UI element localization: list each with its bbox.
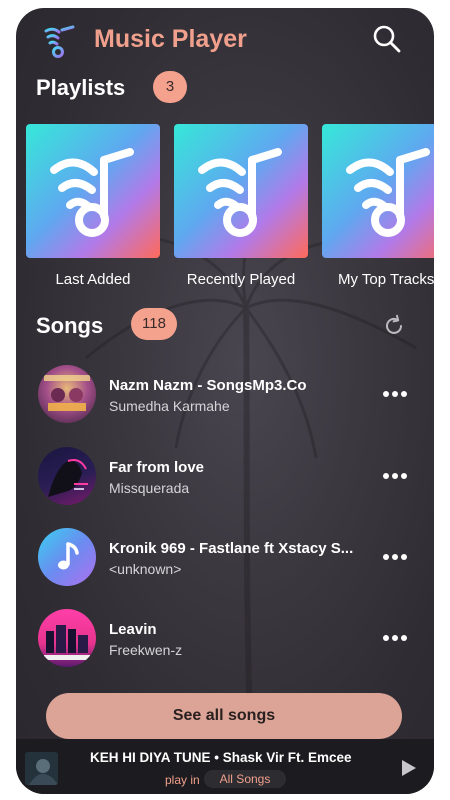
playlist-card-recently-played[interactable]: Recently Played: [174, 124, 308, 288]
playlist-card-my-top-tracks[interactable]: My Top Tracks: [322, 124, 434, 288]
app-header: Music Player: [16, 8, 434, 72]
song-title: Far from love: [109, 459, 205, 476]
song-row[interactable]: Leavin Freekwen-z: [16, 603, 434, 675]
playlist-art: [322, 124, 434, 258]
playlist-label: My Top Tracks: [338, 271, 434, 288]
album-cover-icon: [38, 365, 96, 423]
playlist-art: [26, 124, 160, 258]
playlist-art: [174, 124, 308, 258]
now-playing-art: [25, 752, 58, 785]
app-screen: Music Player Playlists 3 Last Added Rece…: [16, 8, 434, 794]
see-all-songs-button[interactable]: See all songs: [46, 693, 402, 739]
more-options-icon[interactable]: [382, 628, 408, 648]
play-icon[interactable]: [400, 758, 418, 778]
songs-title: Songs: [36, 313, 104, 338]
more-options-icon[interactable]: [382, 547, 408, 567]
playlists-count-badge: 3: [153, 71, 187, 103]
now-playing-title: KEH HI DIYA TUNE • Shask Vir Ft. Emcee: [90, 750, 352, 765]
mini-player[interactable]: KEH HI DIYA TUNE • Shask Vir Ft. Emcee p…: [16, 739, 434, 794]
song-artist: Freekwen-z: [109, 642, 183, 658]
app-title: Music Player: [94, 25, 247, 53]
song-title: Kronik 969 - Fastlane ft Xstacy S...: [109, 540, 354, 557]
song-artist: Missquerada: [109, 480, 190, 496]
refresh-icon[interactable]: [382, 314, 406, 338]
search-icon[interactable]: [372, 24, 402, 54]
album-cover-art: [44, 375, 90, 411]
more-options-icon[interactable]: [382, 384, 408, 404]
app-logo-icon: [44, 25, 75, 58]
song-title: Leavin: [109, 621, 157, 638]
music-note-icon: [38, 528, 96, 586]
playlists-carousel[interactable]: Last Added Recently Played My Top Tracks: [26, 124, 434, 304]
album-cover-art: [44, 625, 90, 660]
song-title: Nazm Nazm - SongsMp3.Co: [109, 377, 307, 394]
song-row[interactable]: Kronik 969 - Fastlane ft Xstacy S... <un…: [16, 522, 434, 594]
play-source-chip[interactable]: All Songs: [204, 770, 286, 788]
song-artist: Sumedha Karmahe: [109, 398, 230, 414]
songs-count-badge: 118: [131, 308, 177, 340]
album-cover-icon: [38, 447, 96, 505]
playlists-title: Playlists: [36, 75, 126, 100]
play-in-label: play in: [165, 773, 200, 787]
playlist-card-last-added[interactable]: Last Added: [26, 124, 160, 288]
music-note-icon: [50, 148, 134, 237]
music-note-icon: [198, 148, 282, 237]
note-glyph: [58, 542, 79, 570]
playlist-label: Recently Played: [186, 271, 296, 288]
album-cover-icon: [38, 609, 96, 667]
music-note-icon: [346, 148, 430, 237]
now-playing-art-icon: [25, 752, 58, 785]
song-row[interactable]: Nazm Nazm - SongsMp3.Co Sumedha Karmahe: [16, 359, 434, 431]
song-artist: <unknown>: [109, 561, 182, 577]
more-options-icon[interactable]: [382, 466, 408, 486]
song-row[interactable]: Far from love Missquerada: [16, 441, 434, 513]
playlist-label: Last Added: [55, 271, 131, 288]
album-cover-art: [48, 459, 88, 497]
